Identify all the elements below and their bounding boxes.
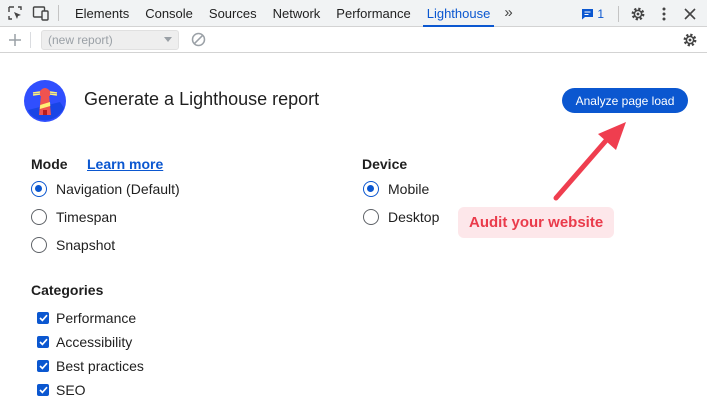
annotation-callout: Audit your website xyxy=(458,207,615,238)
issues-icon xyxy=(582,8,594,19)
check-icon xyxy=(38,362,48,370)
categories-label: Categories xyxy=(31,282,104,298)
radio-button[interactable] xyxy=(31,209,47,225)
category-best-practices[interactable]: Best practices xyxy=(37,358,144,374)
mode-option-timespan[interactable]: Timespan xyxy=(31,209,117,225)
tab-performance[interactable]: Performance xyxy=(328,0,418,27)
device-label: Device xyxy=(362,156,408,172)
category-label: SEO xyxy=(56,382,86,398)
category-seo[interactable]: SEO xyxy=(37,382,86,398)
checkbox[interactable] xyxy=(37,312,49,324)
device-option-mobile[interactable]: Mobile xyxy=(363,181,429,197)
annotation-arrow xyxy=(553,122,626,201)
device-option-label: Mobile xyxy=(388,181,430,197)
page-title: Generate a Lighthouse report xyxy=(84,89,320,109)
device-option-label: Desktop xyxy=(388,209,440,225)
settings-button[interactable] xyxy=(627,3,649,25)
mode-option-label: Snapshot xyxy=(56,237,116,253)
kebab-menu-icon xyxy=(662,7,666,20)
issues-count: 1 xyxy=(597,6,604,21)
more-options-button[interactable] xyxy=(653,3,675,25)
toolbar-divider xyxy=(618,5,619,22)
clear-button[interactable] xyxy=(187,29,209,51)
radio-button[interactable] xyxy=(31,181,47,197)
toolbar-divider xyxy=(58,5,59,21)
mode-option-navigation[interactable]: Navigation (Default) xyxy=(31,181,180,197)
lighthouse-settings-button[interactable] xyxy=(679,29,701,51)
category-label: Performance xyxy=(56,310,137,326)
tab-elements[interactable]: Elements xyxy=(67,0,137,27)
category-performance[interactable]: Performance xyxy=(37,310,136,326)
mode-label: Mode xyxy=(31,156,68,172)
tab-sources[interactable]: Sources xyxy=(201,0,265,27)
close-button[interactable] xyxy=(679,3,701,25)
mode-option-label: Navigation (Default) xyxy=(56,181,180,197)
category-label: Accessibility xyxy=(56,334,133,350)
report-select[interactable]: (new report) xyxy=(41,29,179,50)
tab-lighthouse[interactable]: Lighthouse xyxy=(419,0,499,27)
chevron-down-icon xyxy=(164,37,172,42)
gear-icon xyxy=(631,7,645,20)
device-option-desktop[interactable]: Desktop xyxy=(363,209,439,225)
lighthouse-logo xyxy=(24,80,66,122)
devtools-tabbar: Elements Console Sources Network Perform… xyxy=(0,0,707,27)
plus-icon xyxy=(9,33,21,46)
checkbox[interactable] xyxy=(37,360,49,372)
check-icon xyxy=(38,338,48,346)
category-accessibility[interactable]: Accessibility xyxy=(37,334,132,350)
analyze-page-load-button[interactable]: Analyze page load xyxy=(562,88,688,113)
category-label: Best practices xyxy=(56,358,144,374)
toolbar-divider xyxy=(30,31,31,48)
mode-option-label: Timespan xyxy=(56,209,117,225)
checkbox[interactable] xyxy=(37,336,49,348)
tab-network[interactable]: Network xyxy=(265,0,329,27)
mode-option-snapshot[interactable]: Snapshot xyxy=(31,237,115,253)
checkbox[interactable] xyxy=(37,384,49,396)
more-tabs-button[interactable]: » xyxy=(498,0,518,27)
tabbar-right-controls: 1 xyxy=(581,0,707,27)
device-toolbar-icon[interactable] xyxy=(30,2,52,24)
clear-icon xyxy=(191,32,205,47)
check-icon xyxy=(38,386,48,394)
radio-button[interactable] xyxy=(363,181,379,197)
check-icon xyxy=(38,314,48,322)
tab-console[interactable]: Console xyxy=(137,0,201,27)
report-select-value: (new report) xyxy=(48,32,113,47)
inspect-element-icon[interactable] xyxy=(4,2,26,24)
close-icon xyxy=(684,7,696,20)
gear-icon xyxy=(683,33,697,47)
radio-button[interactable] xyxy=(363,209,379,225)
issues-button[interactable]: 1 xyxy=(581,7,604,21)
radio-button[interactable] xyxy=(31,237,47,253)
lighthouse-toolbar: (new report) xyxy=(0,27,707,53)
new-report-button[interactable] xyxy=(0,27,30,53)
learn-more-link[interactable]: Learn more xyxy=(87,156,163,172)
